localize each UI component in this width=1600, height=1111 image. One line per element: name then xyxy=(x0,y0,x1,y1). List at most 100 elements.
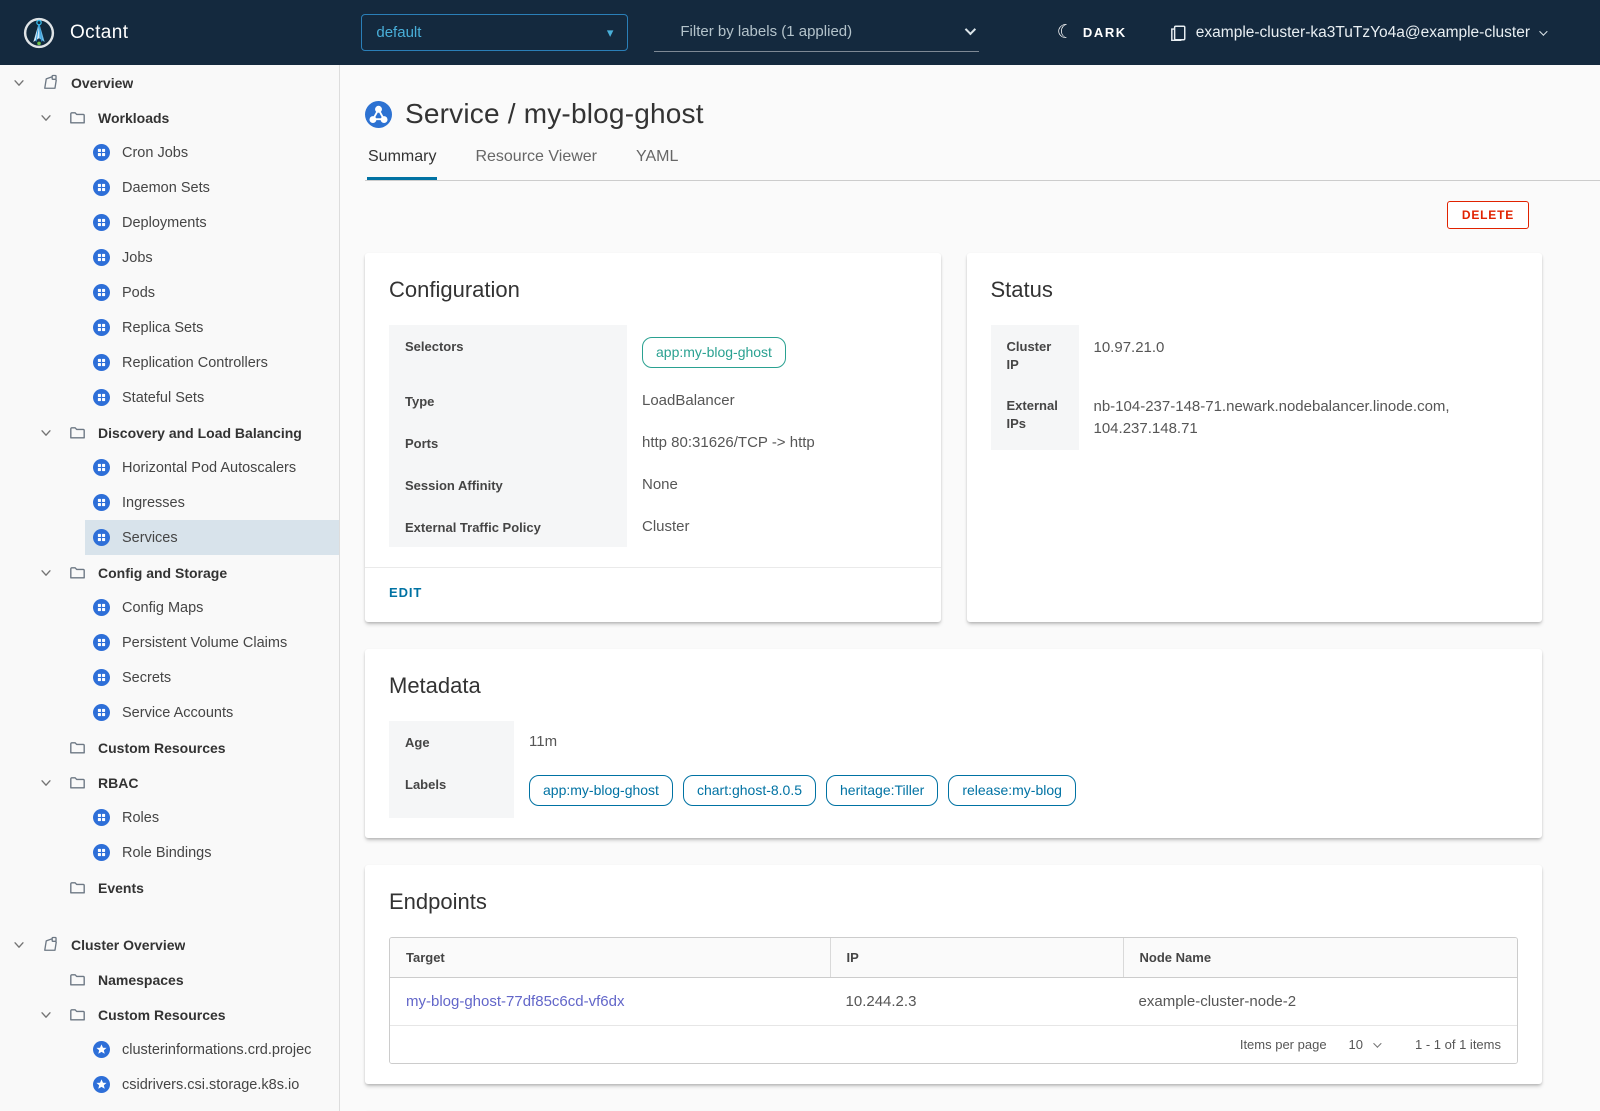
metadata-value-labels: app:my-blog-ghost chart:ghost-8.0.5 heri… xyxy=(514,763,1518,818)
sidebar-item[interactable]: csidrivers.csi.storage.k8s.io xyxy=(0,1067,339,1102)
items-per-page-value: 10 xyxy=(1349,1037,1363,1052)
page-title: Service / my-blog-ghost xyxy=(405,98,704,130)
resource-icon xyxy=(93,284,110,301)
chevron-down-icon[interactable] xyxy=(39,566,53,580)
sidebar-item[interactable]: Horizontal Pod Autoscalers xyxy=(0,450,339,485)
sidebar-item[interactable]: Role Bindings xyxy=(0,835,339,870)
sidebar-item[interactable]: Services xyxy=(0,520,339,555)
table-row: my-blog-ghost-77df85c6cd-vf6dx 10.244.2.… xyxy=(390,978,1517,1026)
resource-icon xyxy=(42,936,59,953)
sidebar-item[interactable]: Pods xyxy=(0,275,339,310)
sidebar-item-label: Overview xyxy=(71,75,133,91)
config-key-selectors: Selectors xyxy=(389,325,627,380)
sidebar-item[interactable]: Ingresses xyxy=(0,485,339,520)
endpoint-node-name: example-cluster-node-2 xyxy=(1123,978,1517,1025)
config-value: Cluster xyxy=(627,506,917,548)
sidebar-item[interactable]: Config Maps xyxy=(0,590,339,625)
status-card: Status Cluster IP 10.97.21.0 External IP… xyxy=(967,253,1543,622)
resource-icon xyxy=(93,669,110,686)
sidebar-item[interactable]: Workloads xyxy=(0,100,339,135)
sidebar-item[interactable]: Stateful Sets xyxy=(0,380,339,415)
resource-icon xyxy=(42,74,59,91)
sidebar-item-label: Horizontal Pod Autoscalers xyxy=(122,460,296,476)
sidebar-item[interactable]: Service Accounts xyxy=(0,695,339,730)
service-icon xyxy=(365,101,392,128)
chevron-down-icon xyxy=(1539,27,1547,35)
sidebar-item[interactable]: Replica Sets xyxy=(0,310,339,345)
sidebar-item-label: Roles xyxy=(122,810,159,826)
sidebar-item[interactable]: Cron Jobs xyxy=(0,135,339,170)
sidebar-item[interactable]: Roles xyxy=(0,800,339,835)
delete-button[interactable]: DELETE xyxy=(1447,201,1529,229)
sidebar-item[interactable]: Namespaces xyxy=(0,962,339,997)
tab[interactable]: Resource Viewer xyxy=(474,144,598,180)
resource-icon xyxy=(93,599,110,616)
cluster-context-icon xyxy=(1169,24,1187,42)
endpoint-ip: 10.244.2.3 xyxy=(830,978,1123,1025)
namespace-value: default xyxy=(376,24,421,41)
endpoint-target-link[interactable]: my-blog-ghost-77df85c6cd-vf6dx xyxy=(406,993,624,1010)
selector-chip[interactable]: app:my-blog-ghost xyxy=(642,337,786,368)
sidebar-item[interactable]: Overview xyxy=(0,65,339,100)
resource-icon xyxy=(93,319,110,336)
sidebar-item-label: Secrets xyxy=(122,670,171,686)
sidebar-item[interactable]: Deployments xyxy=(0,205,339,240)
sidebar-item[interactable]: Custom Resources xyxy=(0,730,339,765)
cluster-context-label: example-cluster-ka3TuTzYo4a@example-clus… xyxy=(1196,24,1530,42)
sidebar-item[interactable]: Daemon Sets xyxy=(0,170,339,205)
sidebar-item[interactable]: Events xyxy=(0,870,339,905)
sidebar-item[interactable]: Config and Storage xyxy=(0,555,339,590)
sidebar-item[interactable]: RBAC xyxy=(0,765,339,800)
label-filter-dropdown[interactable]: Filter by labels (1 applied) xyxy=(654,14,979,52)
sidebar-item-label: Services xyxy=(122,530,178,546)
sidebar-item[interactable]: clusterinformations.crd.projec xyxy=(0,1032,339,1067)
config-value: None xyxy=(627,464,917,506)
status-value: 10.97.21.0 xyxy=(1079,325,1519,384)
column-header-target: Target xyxy=(390,938,830,977)
chevron-down-icon[interactable] xyxy=(39,776,53,790)
tab[interactable]: YAML xyxy=(635,144,679,180)
tab[interactable]: Summary xyxy=(367,144,437,180)
label-chip[interactable]: heritage:Tiller xyxy=(826,775,938,806)
chevron-down-icon xyxy=(1373,1039,1381,1047)
sidebar-item[interactable]: Cluster Overview xyxy=(0,927,339,962)
chevron-down-icon[interactable] xyxy=(39,1008,53,1022)
sidebar-item-label: Deployments xyxy=(122,215,207,231)
namespace-dropdown[interactable]: default ▾ xyxy=(361,14,628,51)
sidebar-item[interactable]: Replication Controllers xyxy=(0,345,339,380)
sidebar-item[interactable]: Custom Resources xyxy=(0,997,339,1032)
metadata-key-age: Age xyxy=(389,721,514,763)
resource-icon xyxy=(93,249,110,266)
edit-link[interactable]: EDIT xyxy=(389,585,422,600)
status-key: External IPs xyxy=(991,384,1079,450)
sidebar-item[interactable]: Jobs xyxy=(0,240,339,275)
tab-label: YAML xyxy=(636,148,678,165)
moon-icon: ☾ xyxy=(1057,23,1074,42)
chevron-down-icon[interactable] xyxy=(39,111,53,125)
cluster-context-dropdown[interactable]: example-cluster-ka3TuTzYo4a@example-clus… xyxy=(1169,24,1545,42)
chevron-down-icon[interactable] xyxy=(39,426,53,440)
sidebar-item-label: Cron Jobs xyxy=(122,145,188,161)
sidebar-item[interactable]: Discovery and Load Balancing xyxy=(0,415,339,450)
resource-icon xyxy=(69,971,86,988)
metadata-title: Metadata xyxy=(389,673,1518,699)
sidebar-item-label: Events xyxy=(98,880,144,896)
resource-icon xyxy=(69,109,86,126)
metadata-value-age: 11m xyxy=(514,721,1518,763)
brand: Octant xyxy=(22,16,128,50)
label-chip[interactable]: chart:ghost-8.0.5 xyxy=(683,775,816,806)
items-per-page-select[interactable]: 10 xyxy=(1349,1037,1379,1052)
octant-logo xyxy=(22,16,56,50)
chevron-down-icon[interactable] xyxy=(12,938,26,952)
sidebar-item-label: Service Accounts xyxy=(122,705,233,721)
chevron-down-icon[interactable] xyxy=(12,76,26,90)
config-key: Session Affinity xyxy=(389,464,627,506)
resource-icon xyxy=(93,459,110,476)
label-chip[interactable]: release:my-blog xyxy=(948,775,1076,806)
label-chip[interactable]: app:my-blog-ghost xyxy=(529,775,673,806)
dark-mode-toggle[interactable]: ☾ DARK xyxy=(1057,23,1127,42)
sidebar-item-label: Custom Resources xyxy=(98,1007,226,1023)
sidebar-item[interactable]: Persistent Volume Claims xyxy=(0,625,339,660)
resource-icon xyxy=(93,529,110,546)
sidebar-item[interactable]: Secrets xyxy=(0,660,339,695)
